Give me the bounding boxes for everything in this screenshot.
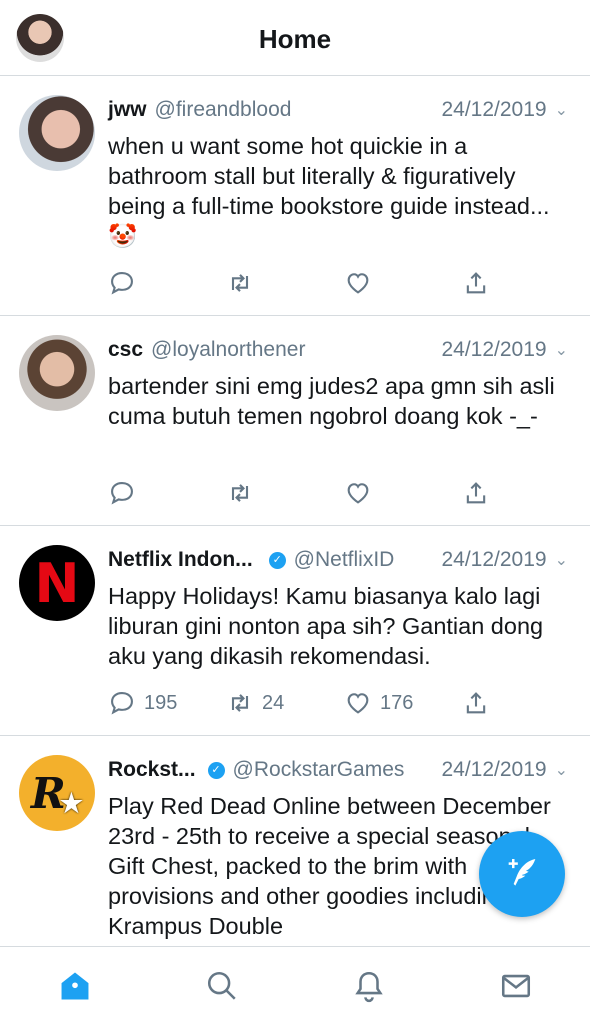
retweet-icon	[231, 274, 249, 292]
reply-button[interactable]: 195	[108, 689, 177, 717]
display-name[interactable]: jww	[108, 98, 147, 122]
verified-badge-icon: ✓	[207, 761, 225, 779]
timestamp: 24/12/2019	[441, 548, 547, 571]
page-title: Home	[258, 24, 332, 54]
star-icon: ★	[59, 789, 84, 819]
chevron-down-icon[interactable]: ⌄	[555, 760, 568, 780]
avatar[interactable]	[19, 335, 95, 411]
display-name[interactable]: Netflix Indon...	[108, 548, 253, 572]
compose-tweet-button[interactable]	[479, 831, 565, 917]
messages-icon	[501, 974, 531, 998]
display-name[interactable]: Rockst...	[108, 758, 196, 782]
reply-icon	[111, 272, 133, 295]
handle[interactable]: @fireandblood	[155, 98, 292, 122]
tweet-header: csc @loyalnorthener 24/12/2019 ⌄	[108, 336, 568, 364]
avatar[interactable]: N	[19, 545, 95, 621]
home-icon	[61, 972, 89, 1000]
netflix-logo: N	[34, 551, 80, 615]
retweet-button[interactable]	[226, 479, 262, 507]
verified-badge-icon: ✓	[268, 551, 286, 569]
timestamp: 24/12/2019	[441, 338, 547, 361]
top-bar: Home	[0, 0, 590, 76]
tab-messages[interactable]	[499, 969, 533, 1003]
tweet-text: bartender sini emg judes2 apa gmn sih as…	[108, 373, 555, 429]
avatar[interactable]	[19, 95, 95, 171]
timestamp: 24/12/2019	[441, 98, 547, 121]
heart-icon	[347, 483, 369, 504]
handle[interactable]: @NetflixID	[294, 548, 395, 572]
share-icon	[466, 272, 486, 294]
handle[interactable]: @RockstarGames	[233, 758, 405, 782]
tweet[interactable]: jww @fireandblood 24/12/2019 ⌄ when u wa…	[0, 76, 590, 316]
share-button[interactable]	[462, 689, 490, 717]
tab-home[interactable]	[58, 969, 92, 1003]
share-icon	[466, 692, 486, 714]
tab-notifications[interactable]	[352, 969, 386, 1003]
search-icon	[207, 971, 236, 1000]
reply-icon	[111, 482, 133, 505]
reply-button[interactable]	[108, 269, 144, 297]
tab-search[interactable]	[205, 969, 239, 1003]
tweet[interactable]: N Netflix Indon... ✓ @NetflixID 24/12/20…	[0, 526, 590, 736]
handle[interactable]: @loyalnorthener	[151, 338, 305, 362]
chevron-down-icon[interactable]: ⌄	[555, 340, 568, 360]
tweet-text: when u want some hot quickie in a bathro…	[108, 133, 550, 249]
reply-button[interactable]	[108, 479, 144, 507]
tweet-header: jww @fireandblood 24/12/2019 ⌄	[108, 96, 568, 124]
tweet-text: Happy Holidays! Kamu biasanya kalo lagi …	[108, 583, 544, 669]
like-button[interactable]	[344, 269, 380, 297]
share-button[interactable]	[462, 269, 490, 297]
retweet-button[interactable]	[226, 269, 262, 297]
like-button[interactable]: 176	[344, 689, 413, 717]
timeline[interactable]: jww @fireandblood 24/12/2019 ⌄ when u wa…	[0, 76, 590, 946]
timestamp: 24/12/2019	[441, 758, 547, 781]
retweet-button[interactable]: 24	[226, 689, 284, 717]
like-count: 176	[380, 691, 414, 714]
retweet-count: 24	[262, 691, 285, 714]
tweet-actions	[108, 476, 566, 510]
retweet-icon	[231, 484, 249, 502]
notifications-icon	[355, 971, 383, 1003]
heart-icon	[347, 273, 369, 294]
chevron-down-icon[interactable]: ⌄	[555, 550, 568, 570]
tweet[interactable]: csc @loyalnorthener 24/12/2019 ⌄ bartend…	[0, 316, 590, 526]
share-button[interactable]	[462, 479, 490, 507]
like-button[interactable]	[344, 479, 380, 507]
avatar[interactable]: R ★	[19, 755, 95, 831]
retweet-icon	[231, 694, 249, 712]
display-name[interactable]: csc	[108, 338, 143, 362]
tweet-actions: 195 24 176	[108, 686, 566, 720]
tweet-actions	[108, 266, 566, 300]
share-icon	[466, 482, 486, 504]
heart-icon	[347, 693, 369, 714]
reply-count: 195	[144, 691, 178, 714]
tweet-header: Netflix Indon... ✓ @NetflixID 24/12/2019…	[108, 546, 568, 574]
chevron-down-icon[interactable]: ⌄	[555, 100, 568, 120]
bottom-tab-bar	[0, 946, 590, 1024]
reply-icon	[111, 692, 133, 715]
tweet-header: Rockst... ✓ @RockstarGames 24/12/2019 ⌄	[108, 756, 568, 784]
feather-plus-icon	[508, 859, 536, 886]
